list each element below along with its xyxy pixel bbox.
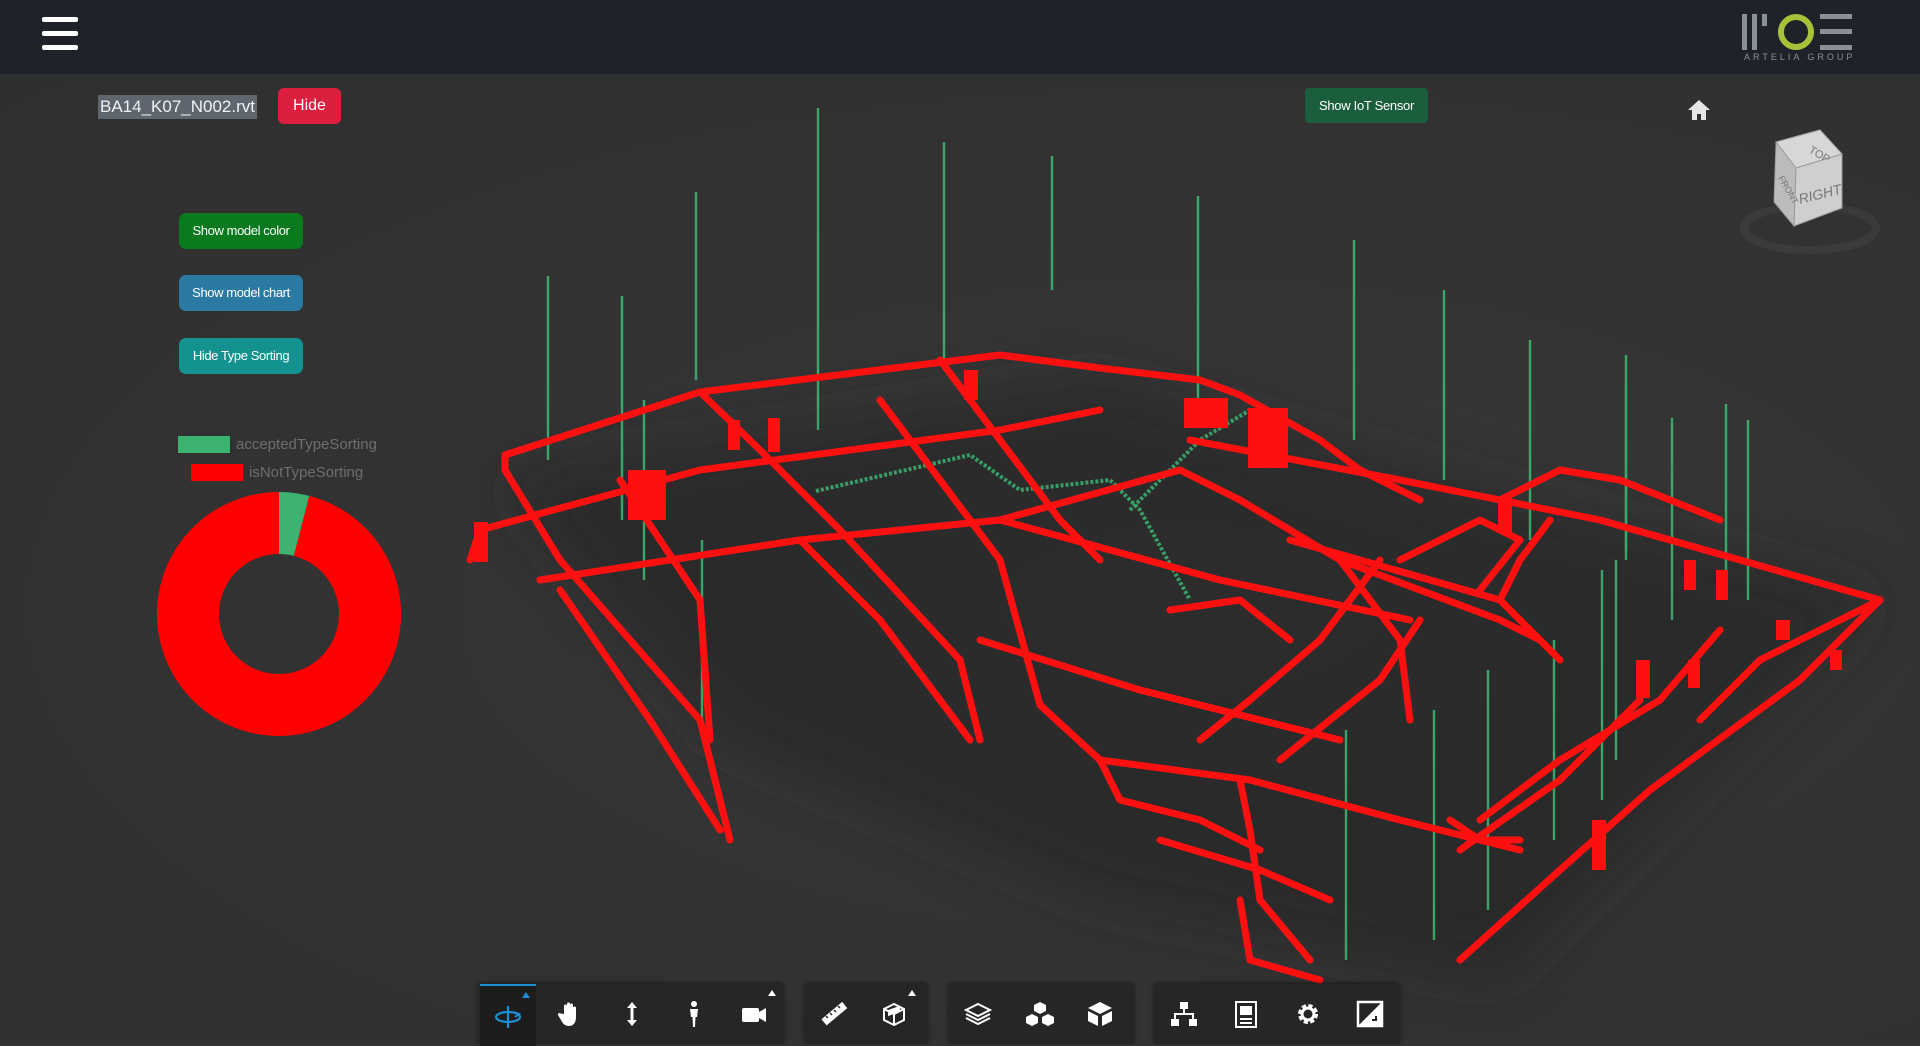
hide-type-sorting-button[interactable]: Hide Type Sorting [179,338,303,374]
home-icon[interactable] [1686,98,1712,122]
document-browser-icon[interactable] [1218,984,1274,1044]
type-sorting-donut-chart [156,492,401,736]
section-icon[interactable] [866,984,922,1044]
explode-icon[interactable] [1012,984,1068,1044]
model-file-name: BA14_K07_N002.rvt [98,95,257,119]
navigation-tools-group [478,984,784,1046]
properties-cube-icon[interactable] [1072,984,1128,1044]
show-model-color-button[interactable]: Show model color [179,213,303,249]
model-browser-icon[interactable] [950,984,1006,1044]
view-cube[interactable]: TOP FRONT RIGHT [1730,120,1880,260]
legend-swatch-accepted [178,436,230,453]
first-person-icon[interactable] [666,984,722,1044]
pan-icon[interactable] [542,984,598,1044]
hamburger-menu-icon[interactable] [40,14,80,54]
zoom-icon[interactable] [604,984,660,1044]
show-iot-sensor-button[interactable]: Show IoT Sensor [1305,88,1428,123]
model-tools-group [948,984,1134,1044]
legend-label-accepted: acceptedTypeSorting [236,436,377,453]
moe-logo: ARTELIA GROUP [1736,10,1860,66]
top-bar: ARTELIA GROUP [0,0,1920,76]
legend-label-not-accepted: isNotTypeSorting [249,464,364,481]
settings-tools-group [1154,984,1400,1044]
logo-subtext: ARTELIA GROUP [1744,52,1856,62]
hide-model-button[interactable]: Hide [278,88,341,124]
orbit-icon[interactable] [480,984,536,1046]
fullscreen-icon[interactable] [1342,984,1398,1044]
logo-mark [1742,14,1852,50]
settings-icon[interactable] [1280,984,1336,1044]
measure-icon[interactable] [806,984,862,1044]
camera-icon[interactable] [726,984,782,1044]
show-model-chart-button[interactable]: Show model chart [179,275,303,311]
measure-tools-group [804,984,928,1044]
structure-icon[interactable] [1156,984,1212,1044]
legend-swatch-not-accepted [191,464,243,481]
donut-slice-isNotTypeSorting [156,492,401,736]
viewer-toolbar [478,980,1438,1046]
